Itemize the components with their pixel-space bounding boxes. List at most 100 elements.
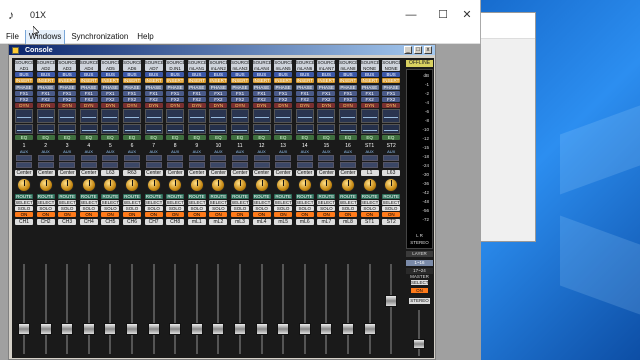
- channel-source-button[interactable]: SOURCE D.IN1: [166, 60, 185, 71]
- channel-source-button[interactable]: SOURCE AD6: [123, 60, 141, 71]
- route-button[interactable]: ROUTE: [123, 194, 141, 199]
- aux-send-level[interactable]: [361, 155, 378, 161]
- dynamics-graph[interactable]: [187, 109, 206, 123]
- route-button[interactable]: ROUTE: [295, 194, 314, 199]
- route-button[interactable]: ROUTE: [101, 194, 120, 199]
- aux-send-level[interactable]: [59, 162, 76, 168]
- aux-send-level[interactable]: [275, 162, 292, 168]
- phase-button[interactable]: PHASE: [274, 85, 293, 90]
- solo-button[interactable]: SOLO: [101, 206, 120, 211]
- insert-button[interactable]: INSERT: [317, 78, 336, 83]
- aux-send-level[interactable]: [124, 155, 140, 161]
- fx1-button[interactable]: FX1: [166, 91, 185, 96]
- dynamics-graph[interactable]: [252, 109, 271, 123]
- insert-button[interactable]: INSERT: [231, 78, 249, 83]
- fx2-button[interactable]: FX2: [209, 97, 228, 102]
- eq-button[interactable]: EQ: [274, 135, 293, 140]
- select-button[interactable]: SELECT: [252, 200, 271, 205]
- fx1-button[interactable]: FX1: [252, 91, 271, 96]
- aux-send-level[interactable]: [340, 162, 356, 168]
- aux-send-level[interactable]: [188, 162, 205, 168]
- phase-button[interactable]: PHASE: [317, 85, 336, 90]
- bus-button[interactable]: BUS: [144, 72, 163, 77]
- select-button[interactable]: SELECT: [79, 200, 98, 205]
- fader-handle[interactable]: [104, 322, 117, 335]
- dynamics-graph[interactable]: [317, 109, 336, 123]
- select-button[interactable]: SELECT: [274, 200, 293, 205]
- route-button[interactable]: ROUTE: [382, 194, 401, 199]
- fx2-button[interactable]: FX2: [274, 97, 293, 102]
- minimize-button[interactable]: —: [397, 0, 425, 30]
- bus-button[interactable]: BUS: [231, 72, 249, 77]
- channel-source-button[interactable]: SOURCE mLAN6: [295, 60, 314, 71]
- bus-button[interactable]: BUS: [360, 72, 379, 77]
- fx2-button[interactable]: FX2: [317, 97, 336, 102]
- select-button[interactable]: SELECT: [231, 200, 249, 205]
- route-button[interactable]: ROUTE: [187, 194, 206, 199]
- dyn-button[interactable]: DYN: [187, 103, 206, 108]
- solo-button[interactable]: SOLO: [187, 206, 206, 211]
- on-button[interactable]: ON: [231, 212, 249, 217]
- eq-button[interactable]: EQ: [166, 135, 185, 140]
- fader-handle[interactable]: [212, 322, 225, 335]
- insert-button[interactable]: INSERT: [144, 78, 163, 83]
- insert-button[interactable]: INSERT: [274, 78, 293, 83]
- pan-knob[interactable]: [38, 178, 53, 192]
- channel-source-button[interactable]: SOURCE AD5: [101, 60, 120, 71]
- fader-handle[interactable]: [147, 322, 160, 335]
- dynamics-graph[interactable]: [382, 109, 401, 123]
- fx2-button[interactable]: FX2: [79, 97, 98, 102]
- fx2-button[interactable]: FX2: [58, 97, 77, 102]
- bus-button[interactable]: BUS: [339, 72, 357, 77]
- on-button[interactable]: ON: [360, 212, 379, 217]
- solo-button[interactable]: SOLO: [58, 206, 77, 211]
- dyn-button[interactable]: DYN: [231, 103, 249, 108]
- select-button[interactable]: SELECT: [36, 200, 55, 205]
- fx1-button[interactable]: FX1: [317, 91, 336, 96]
- on-button[interactable]: ON: [274, 212, 293, 217]
- fader-handle[interactable]: [298, 322, 311, 335]
- aux-send-level[interactable]: [102, 162, 119, 168]
- phase-button[interactable]: PHASE: [209, 85, 228, 90]
- console-titlebar[interactable]: Console _ □ x: [9, 45, 435, 55]
- fx2-button[interactable]: FX2: [187, 97, 206, 102]
- route-button[interactable]: ROUTE: [144, 194, 163, 199]
- phase-button[interactable]: PHASE: [123, 85, 141, 90]
- pan-knob[interactable]: [146, 178, 161, 192]
- dynamics-graph[interactable]: [360, 109, 379, 123]
- fx2-button[interactable]: FX2: [295, 97, 314, 102]
- channel-source-button[interactable]: SOURCE AD2: [36, 60, 55, 71]
- fx2-button[interactable]: FX2: [166, 97, 185, 102]
- route-button[interactable]: ROUTE: [360, 194, 379, 199]
- fader-handle[interactable]: [39, 322, 52, 335]
- eq-button[interactable]: EQ: [382, 135, 401, 140]
- pan-knob[interactable]: [189, 178, 204, 192]
- on-button[interactable]: ON: [144, 212, 163, 217]
- fx1-button[interactable]: FX1: [209, 91, 228, 96]
- route-button[interactable]: ROUTE: [209, 194, 228, 199]
- bus-button[interactable]: BUS: [274, 72, 293, 77]
- bus-button[interactable]: BUS: [36, 72, 55, 77]
- eq-graph[interactable]: [209, 124, 228, 134]
- master-select-button[interactable]: SELECT: [411, 280, 429, 285]
- console-close-button[interactable]: x: [424, 46, 432, 54]
- fader-handle[interactable]: [190, 322, 203, 335]
- dyn-button[interactable]: DYN: [209, 103, 228, 108]
- solo-button[interactable]: SOLO: [231, 206, 249, 211]
- route-button[interactable]: ROUTE: [15, 194, 33, 199]
- eq-graph[interactable]: [101, 124, 120, 134]
- bus-button[interactable]: BUS: [123, 72, 141, 77]
- phase-button[interactable]: PHASE: [101, 85, 120, 90]
- channel-source-button[interactable]: SOURCE mLAN5: [274, 60, 293, 71]
- on-button[interactable]: ON: [123, 212, 141, 217]
- solo-button[interactable]: SOLO: [274, 206, 293, 211]
- on-button[interactable]: ON: [317, 212, 336, 217]
- fx2-button[interactable]: FX2: [101, 97, 120, 102]
- eq-button[interactable]: EQ: [295, 135, 314, 140]
- insert-button[interactable]: INSERT: [15, 78, 33, 83]
- aux-send-level[interactable]: [361, 162, 378, 168]
- channel-source-button[interactable]: SOURCE mLAN7: [317, 60, 336, 71]
- aux-send-level[interactable]: [37, 155, 54, 161]
- eq-graph[interactable]: [166, 124, 185, 134]
- insert-button[interactable]: INSERT: [252, 78, 271, 83]
